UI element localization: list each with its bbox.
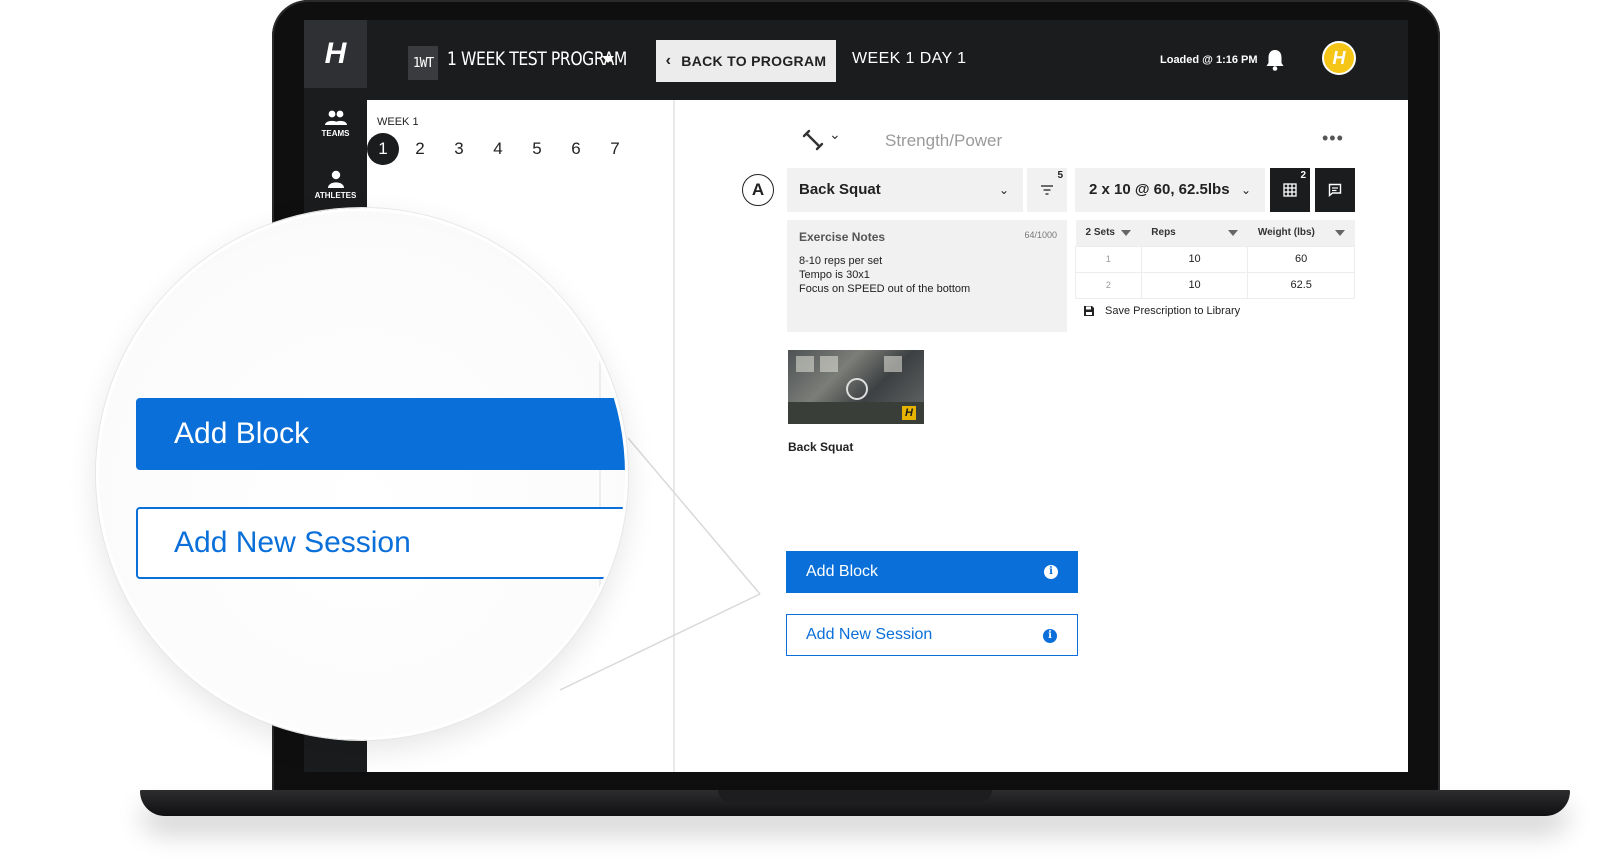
grid-button[interactable]: 2 — [1270, 168, 1310, 212]
play-icon[interactable] — [846, 378, 868, 400]
day-4[interactable]: 4 — [482, 133, 514, 165]
sidebar-item-athletes[interactable]: ATHLETES — [304, 170, 367, 200]
thumb-decor — [796, 356, 814, 372]
magnified-add-session-button[interactable]: Add New Session — [136, 507, 625, 579]
prescription-select[interactable]: 2 x 10 @ 60, 62.5lbs ⌄ — [1075, 168, 1265, 212]
exercise-select[interactable]: Back Squat ⌄ — [787, 168, 1023, 212]
column-header[interactable]: 2 Sets — [1075, 220, 1142, 246]
day-1[interactable]: 1 — [367, 133, 399, 165]
prescription-text: 2 x 10 @ 60, 62.5lbs — [1089, 181, 1230, 198]
notes-body: 8-10 reps per set Tempo is 30x1 Focus on… — [799, 255, 971, 295]
set-index: 1 — [1075, 245, 1142, 273]
week-day-title: WEEK 1 DAY 1 — [852, 50, 967, 67]
exercise-video-thumbnail[interactable]: H — [788, 350, 924, 424]
filter-icon — [1041, 185, 1053, 195]
table-row: 1 10 60 — [1075, 245, 1355, 273]
exercise-notes[interactable]: Exercise Notes 64/1000 8-10 reps per set… — [787, 220, 1067, 332]
back-to-program-button[interactable]: ‹ BACK TO PROGRAM — [656, 40, 836, 82]
grid-count: 2 — [1300, 170, 1306, 181]
app-logo[interactable]: H — [304, 20, 367, 88]
more-options-icon[interactable]: ••• — [1322, 128, 1344, 149]
weight-cell[interactable]: 62.5 — [1247, 271, 1355, 299]
magnified-add-block-button[interactable]: Add Block — [136, 398, 625, 470]
sort-down-icon — [1334, 230, 1345, 236]
dumbbell-icon[interactable] — [801, 128, 825, 152]
weight-cell[interactable]: 60 — [1247, 245, 1355, 273]
day-7[interactable]: 7 — [599, 133, 631, 165]
top-bar: H 1WT 1 WEEK TEST PROGRAM ‹ BACK TO PROG… — [304, 20, 1408, 100]
block-type[interactable]: Strength/Power — [885, 131, 1002, 151]
magnifier-callout: Add Block Add New Session — [96, 208, 628, 740]
add-session-label: Add New Session — [806, 626, 933, 643]
chevron-down-icon: ⌄ — [998, 183, 1009, 197]
sidebar-item-teams[interactable]: TEAMS — [304, 110, 367, 138]
notes-count: 64/1000 — [1024, 230, 1057, 240]
bell-icon[interactable] — [1264, 48, 1286, 72]
add-block-label: Add Block — [806, 563, 879, 580]
add-block-button[interactable]: Add Block i — [786, 551, 1078, 593]
add-new-session-button[interactable]: Add New Session i — [786, 614, 1078, 656]
sort-down-icon — [1121, 230, 1132, 236]
sidebar-item-label: TEAMS — [321, 129, 350, 138]
comment-button[interactable] — [1315, 168, 1355, 212]
day-6[interactable]: 6 — [560, 133, 592, 165]
reps-cell[interactable]: 10 — [1140, 271, 1249, 299]
thumb-decor — [884, 356, 902, 372]
video-label: Back Squat — [788, 440, 854, 454]
save-prescription-label: Save Prescription to Library — [1105, 305, 1241, 317]
caret-down-icon[interactable] — [602, 56, 614, 63]
day-5[interactable]: 5 — [521, 133, 553, 165]
chevron-left-icon: ‹ — [665, 52, 672, 69]
brand-logo-icon: H — [902, 406, 916, 420]
sort-down-icon — [1227, 230, 1238, 236]
chevron-down-icon: ⌄ — [1240, 183, 1251, 197]
exercise-name: Back Squat — [799, 181, 881, 198]
teams-icon — [324, 110, 347, 125]
table-row: 2 10 62.5 — [1075, 271, 1355, 299]
grid-icon — [1283, 183, 1297, 197]
sidebar-item-label: ATHLETES — [314, 191, 357, 200]
magnifier-divider — [599, 211, 601, 737]
info-icon[interactable]: i — [1044, 565, 1058, 579]
column-header[interactable]: Reps — [1141, 220, 1248, 246]
save-prescription-link[interactable]: Save Prescription to Library — [1083, 305, 1240, 317]
comment-icon — [1328, 183, 1342, 197]
set-index: 2 — [1075, 271, 1142, 299]
info-icon[interactable]: i — [1043, 629, 1057, 643]
table-header-row: 2 Sets Reps Weight (lbs) — [1075, 220, 1355, 246]
back-to-program-label: BACK TO PROGRAM — [681, 53, 827, 69]
program-title[interactable]: 1 WEEK TEST PROGRAM — [447, 48, 627, 70]
user-avatar[interactable]: H — [1322, 41, 1356, 75]
day-3[interactable]: 3 — [443, 133, 475, 165]
day-2[interactable]: 2 — [404, 133, 436, 165]
loaded-status: Loaded @ 1:16 PM — [1160, 54, 1258, 66]
block-letter: A — [742, 174, 774, 206]
program-badge: 1WT — [408, 46, 438, 80]
laptop-notch — [718, 790, 992, 802]
thumb-decor — [820, 356, 838, 372]
reps-cell[interactable]: 10 — [1140, 245, 1249, 273]
session-content: ⌄ Strength/Power ••• A Back Squat ⌄ 5 2 … — [677, 100, 1408, 772]
filter-count: 5 — [1057, 170, 1063, 181]
column-header[interactable]: Weight (lbs) — [1247, 220, 1355, 246]
chevron-down-icon[interactable]: ⌄ — [829, 126, 841, 143]
sets-table: 2 Sets Reps Weight (lbs) 1 10 60 2 10 62… — [1075, 220, 1355, 299]
notes-title: Exercise Notes — [799, 230, 886, 244]
save-icon — [1084, 306, 1094, 316]
filter-button[interactable]: 5 — [1027, 168, 1067, 212]
athlete-icon — [327, 170, 344, 188]
week-label: WEEK 1 — [377, 116, 419, 128]
